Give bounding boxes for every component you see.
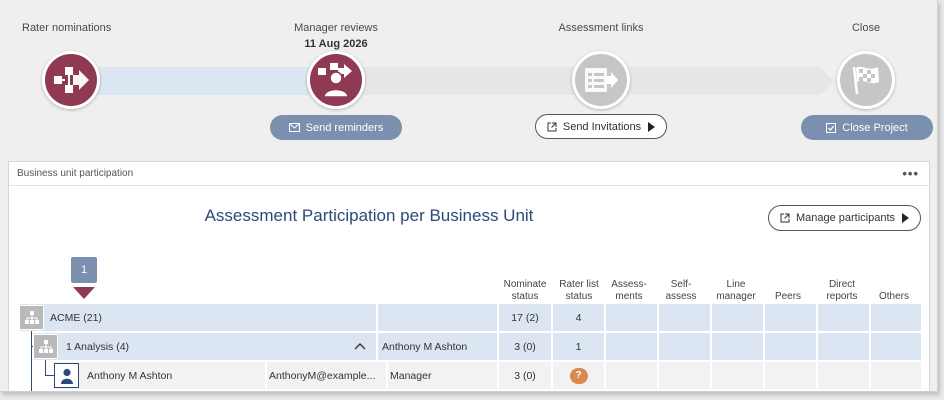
manage-participants-button[interactable]: Manage participants (768, 205, 921, 231)
panel-title: Business unit participation (17, 168, 134, 179)
stage-label-manager-reviews: Manager reviews (294, 22, 378, 34)
col-header-assessments: Assess- ments (611, 279, 647, 302)
checkbox-icon (826, 122, 837, 133)
col-header-nominate-status: Nominate status (503, 279, 547, 302)
manager-cell: Anthony M Ashton (378, 333, 497, 360)
play-arrow-icon (648, 121, 656, 132)
assessments-cell (606, 304, 657, 331)
stage-label-close: Close (851, 22, 881, 34)
peers-cell (765, 333, 816, 360)
self-assess-cell (659, 304, 710, 331)
assessments-cell (606, 333, 657, 360)
table-row[interactable]: ACME (21) 17 (2) 4 (19, 304, 921, 331)
stage-node-rater-nominations[interactable] (42, 51, 100, 109)
close-project-button[interactable]: Close Project (801, 115, 933, 140)
table-row[interactable]: 1 Analysis (4) Anthony M Ashton 3 (0) 1 (19, 333, 921, 360)
col-header-direct-reports: Direct reports (826, 279, 858, 302)
rater-list-status-cell: 1 (553, 333, 604, 360)
others-cell (871, 304, 921, 331)
line-manager-cell (712, 333, 763, 360)
nominate-status-cell: 17 (2) (499, 304, 551, 331)
help-badge-icon[interactable]: ? (569, 367, 588, 384)
assessment-list-icon (585, 68, 618, 92)
line-manager-cell (712, 362, 763, 389)
stage-node-assessment-links[interactable] (572, 51, 630, 109)
person-name: Anthony M Ashton (87, 369, 173, 382)
send-reminders-label: Send reminders (305, 121, 384, 134)
stage-date-manager-reviews: 11 Aug 2026 (304, 38, 368, 50)
play-arrow-icon (902, 213, 910, 223)
email-cell: AnthonyM@example... (267, 362, 386, 389)
chevron-up-icon[interactable] (354, 342, 366, 350)
nominate-status-cell: 3 (0) (499, 362, 551, 389)
level-indicator[interactable]: 1 (71, 257, 97, 283)
manager-cell (378, 304, 497, 331)
org-chart-arrow-icon (54, 67, 89, 93)
unit-name-cell: 1 Analysis (4) (33, 333, 376, 360)
col-header-rater-list-status: Rater list status (559, 279, 599, 302)
rater-list-status-cell: ? (553, 362, 604, 389)
peers-cell (765, 362, 816, 389)
business-unit-panel: Business unit participation ••• Assessme… (8, 161, 930, 391)
stage-label-rater-nominations: Rater nominations (22, 22, 112, 34)
person-name-cell: Anthony M Ashton (54, 362, 265, 389)
line-manager-cell (712, 304, 763, 331)
envelope-icon (288, 123, 300, 132)
col-header-peers: Peers (774, 291, 802, 302)
table-row[interactable]: Anthony M Ashton AnthonyM@example... Man… (19, 362, 921, 389)
direct-reports-cell (818, 304, 869, 331)
stage-node-close[interactable] (837, 51, 895, 109)
level-arrow-icon (73, 287, 95, 299)
manage-participants-label: Manage participants (795, 212, 896, 224)
assessments-cell (606, 362, 657, 389)
col-header-self-assess: Self- assess (665, 279, 697, 302)
tree-connector (45, 375, 54, 376)
send-invitations-button[interactable]: Send Invitations (535, 114, 667, 139)
progress-track-arrow (820, 67, 834, 95)
unit-name: ACME (21) (50, 311, 102, 324)
stage-node-manager-reviews[interactable] (307, 51, 365, 109)
unit-name: 1 Analysis (4) (66, 340, 130, 353)
role-cell: Manager (388, 362, 497, 389)
external-link-icon (780, 213, 790, 223)
direct-reports-cell (818, 333, 869, 360)
unit-name-cell: ACME (21) (19, 304, 376, 331)
org-unit-icon (33, 334, 58, 359)
col-header-line-manager: Line manager (716, 279, 756, 302)
self-assess-cell (659, 333, 710, 360)
progress-track-completed (70, 67, 340, 95)
project-workspace: Rater nominations Manager reviews 11 Aug… (0, 0, 938, 392)
manager-review-icon (318, 63, 352, 98)
nominate-status-cell: 3 (0) (499, 333, 551, 360)
person-icon (54, 363, 79, 388)
col-header-others: Others (878, 291, 909, 302)
others-cell (871, 362, 921, 389)
report-title: Assessment Participation per Business Un… (204, 206, 534, 225)
checkered-flag-icon (852, 66, 879, 95)
send-invitations-label: Send Invitations (562, 120, 642, 133)
rater-list-status-cell: 4 (553, 304, 604, 331)
close-project-label: Close Project (842, 121, 908, 134)
panel-header: Business unit participation ••• (9, 162, 929, 186)
send-reminders-button[interactable]: Send reminders (270, 115, 402, 140)
org-unit-icon (19, 305, 44, 330)
external-link-icon (547, 122, 557, 131)
stage-label-assessment-links: Assessment links (558, 22, 644, 34)
direct-reports-cell (818, 362, 869, 389)
self-assess-cell (659, 362, 710, 389)
peers-cell (765, 304, 816, 331)
more-options-icon[interactable]: ••• (902, 166, 919, 181)
others-cell (871, 333, 921, 360)
